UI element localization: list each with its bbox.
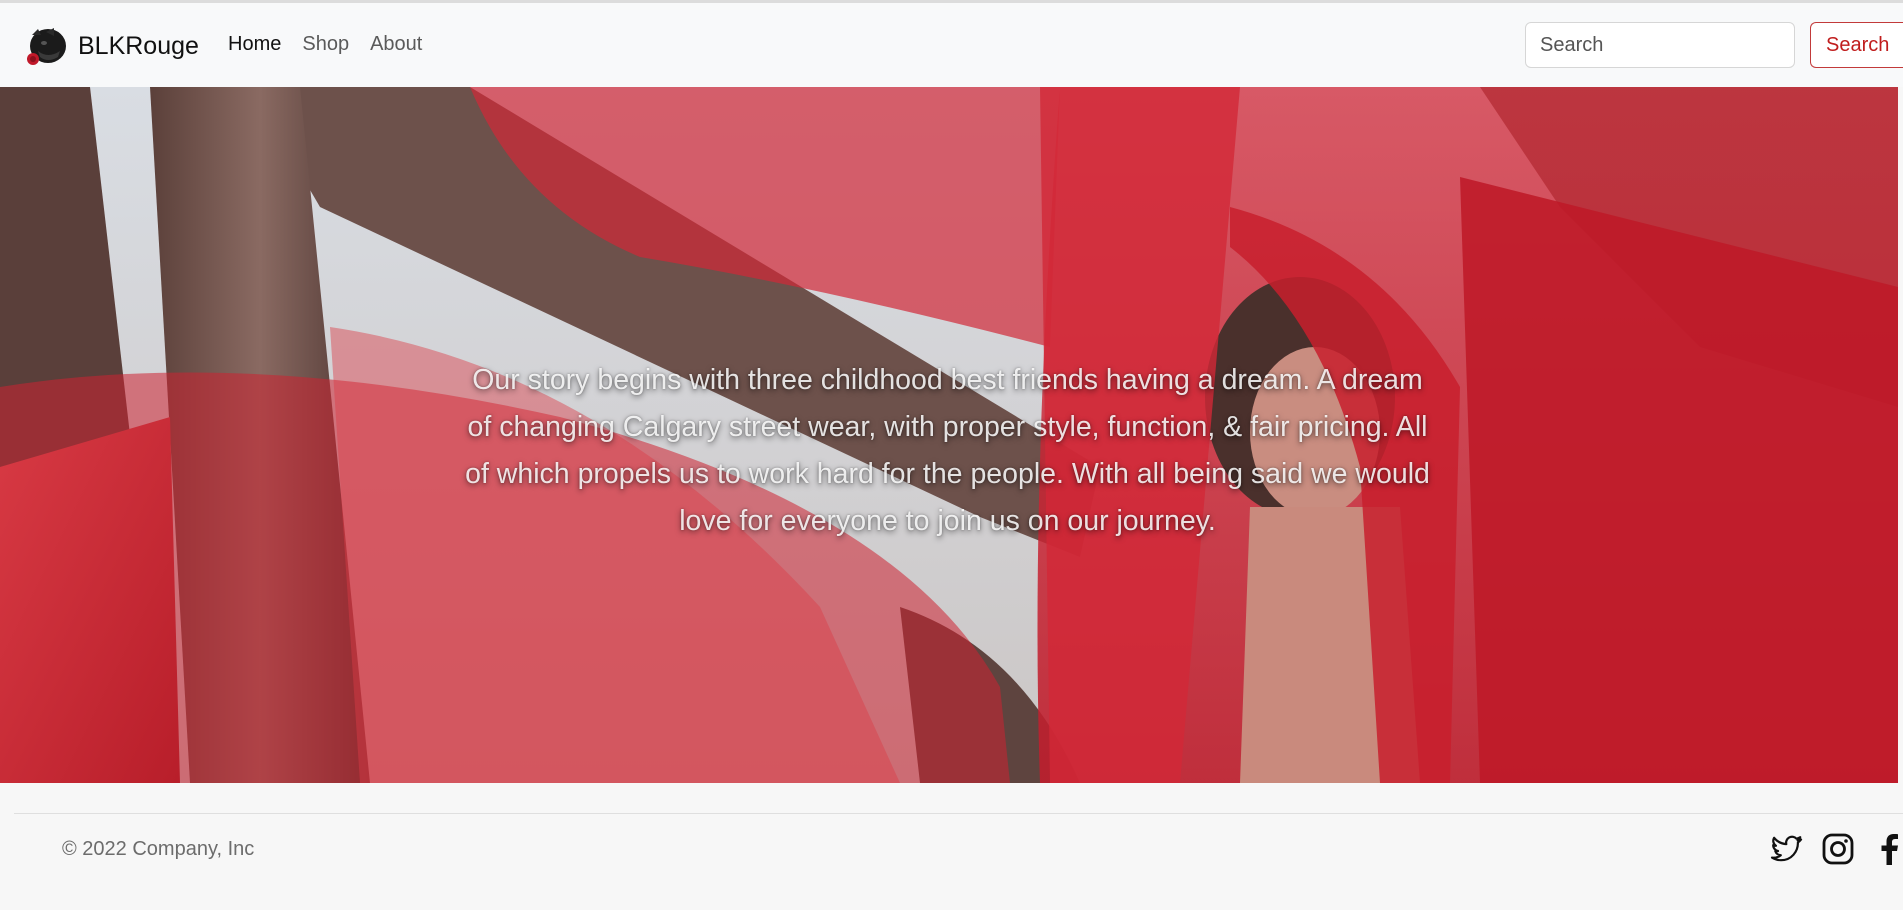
nav-link-shop[interactable]: Shop (302, 33, 349, 56)
nav-links: Home Shop About (228, 33, 443, 56)
brand-name: BLKRouge (78, 31, 199, 60)
footer-divider (14, 813, 1903, 814)
navbar: BLKRouge Home Shop About Search (0, 3, 1903, 87)
hero-story-text: Our story begins with three childhood be… (465, 364, 1430, 537)
facebook-icon[interactable] (1873, 832, 1903, 866)
nav-link-home[interactable]: Home (228, 33, 281, 56)
search-button[interactable]: Search (1810, 22, 1903, 68)
brand-link[interactable]: BLKRouge (24, 21, 199, 71)
search-input[interactable] (1525, 22, 1795, 68)
nav-link-about[interactable]: About (370, 33, 422, 56)
instagram-icon[interactable] (1821, 832, 1855, 866)
twitter-icon[interactable] (1770, 832, 1804, 866)
hero-banner: Our story begins with three childhood be… (0, 87, 1898, 783)
panther-logo-icon (27, 28, 66, 65)
copyright-text: © 2022 Company, Inc (62, 838, 255, 860)
